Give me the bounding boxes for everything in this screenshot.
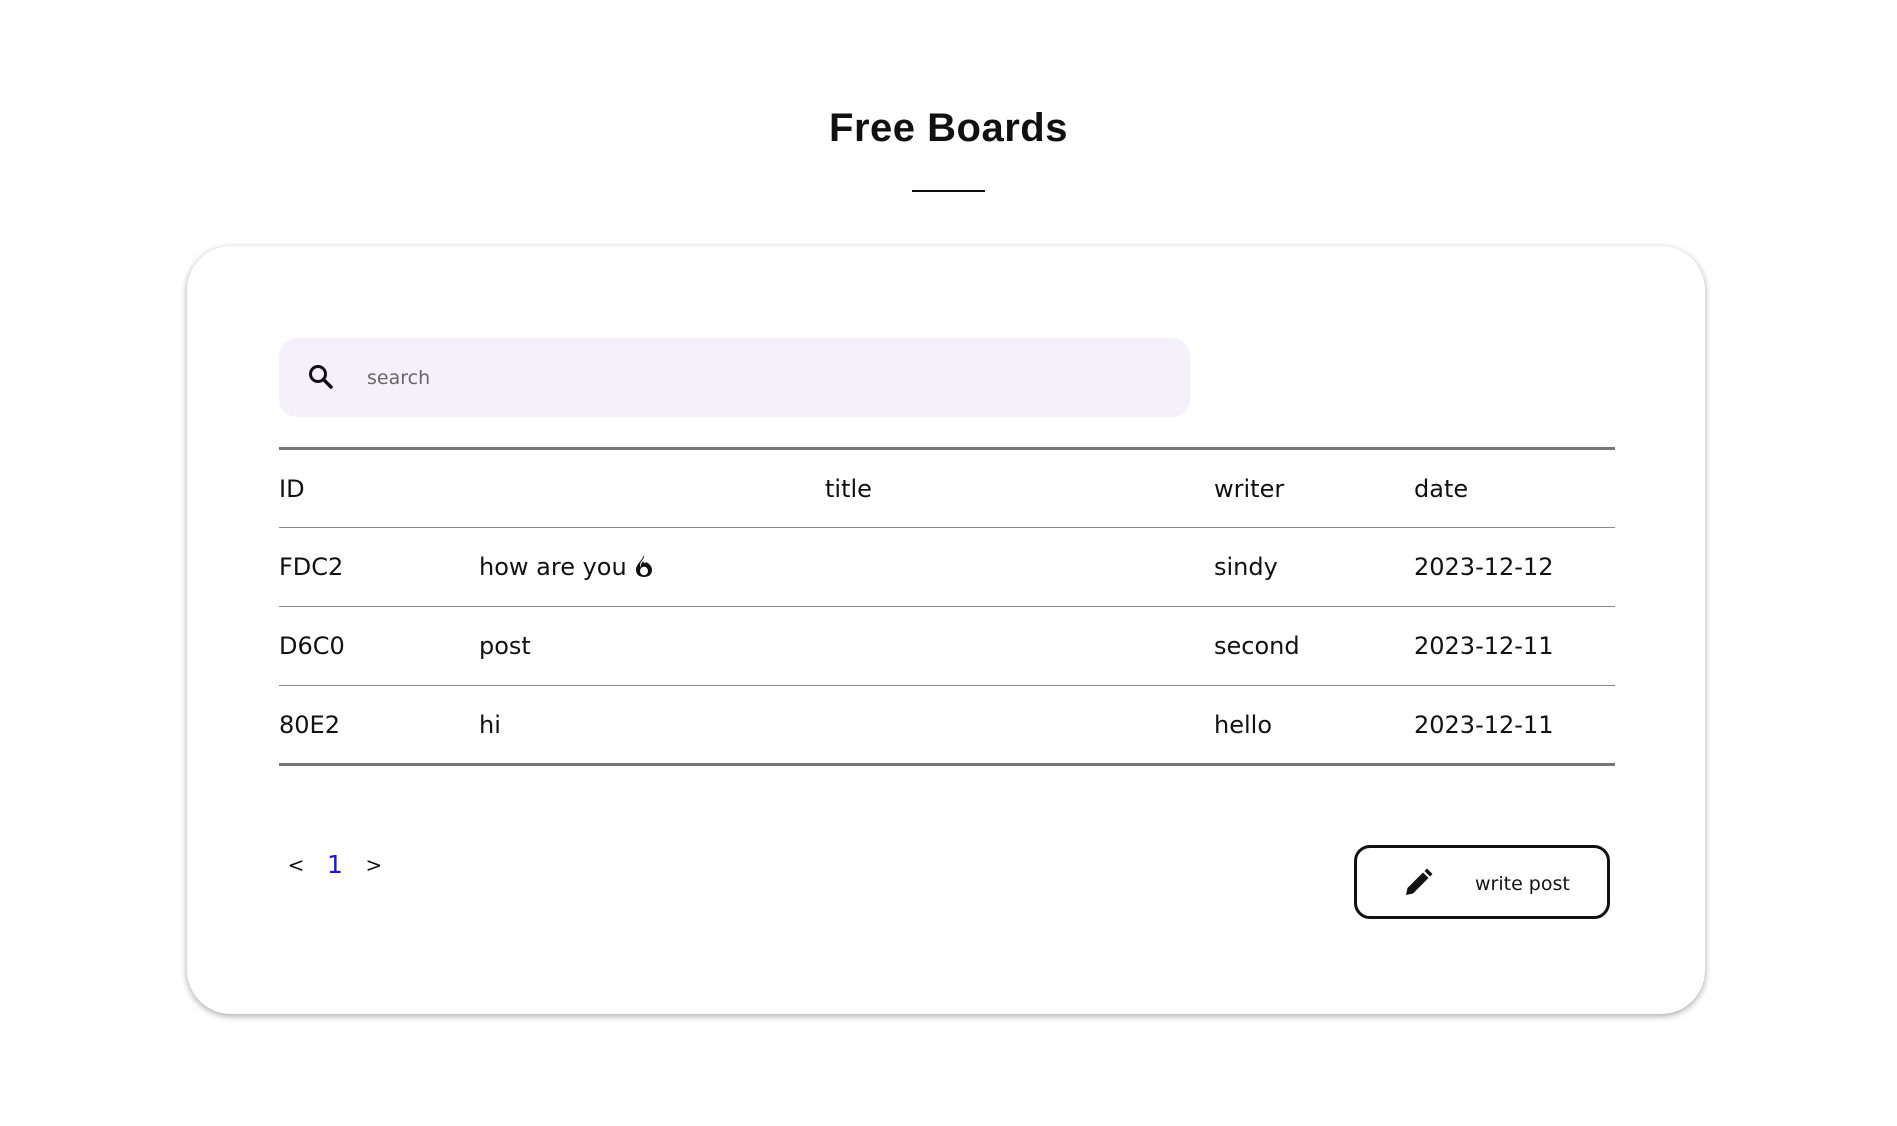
post-date: 2023-12-12 (1414, 553, 1554, 581)
post-id: D6C0 (279, 632, 345, 660)
table-row[interactable]: D6C0 post second 2023-12-11 (279, 607, 1615, 686)
post-title[interactable]: hi (479, 686, 1214, 765)
table-row[interactable]: 80E2 hi hello 2023-12-11 (279, 686, 1615, 765)
post-id: FDC2 (279, 553, 344, 581)
column-header-date: date (1414, 474, 1469, 503)
post-date: 2023-12-11 (1414, 710, 1554, 739)
post-title[interactable]: post (479, 607, 1214, 686)
next-page-button[interactable]: > (361, 853, 387, 877)
post-writer: sindy (1214, 553, 1278, 581)
column-header-title: title (825, 474, 872, 503)
table-header-row: ID title writer date (279, 448, 1615, 528)
board-table: ID title writer date FDC2 how are you si… (279, 447, 1615, 766)
table-row[interactable]: FDC2 how are you sindy 2023-12-12 (279, 528, 1615, 607)
search-icon[interactable] (307, 363, 335, 391)
column-header-writer: writer (1214, 474, 1285, 503)
post-writer: second (1214, 632, 1300, 660)
post-title-cell[interactable]: how are you (479, 528, 1214, 607)
search-input[interactable] (367, 338, 1147, 417)
search-bar[interactable] (279, 338, 1190, 417)
board-card: ID title writer date FDC2 how are you si… (187, 246, 1705, 1014)
post-title[interactable]: how are you (479, 553, 627, 581)
write-post-label: write post (1475, 873, 1570, 895)
fire-icon (635, 555, 652, 577)
write-post-button[interactable]: write post (1354, 845, 1610, 919)
page-title: Free Boards (829, 106, 1068, 150)
post-id: 80E2 (279, 710, 340, 739)
post-writer: hello (1214, 710, 1272, 739)
title-underline (912, 190, 985, 192)
prev-page-button[interactable]: < (283, 853, 309, 877)
page-number-button[interactable]: 1 (327, 850, 343, 879)
pagination: < 1 > (283, 850, 387, 879)
post-date: 2023-12-11 (1414, 632, 1554, 660)
pencil-icon (1406, 868, 1433, 895)
column-header-id: ID (279, 474, 305, 503)
